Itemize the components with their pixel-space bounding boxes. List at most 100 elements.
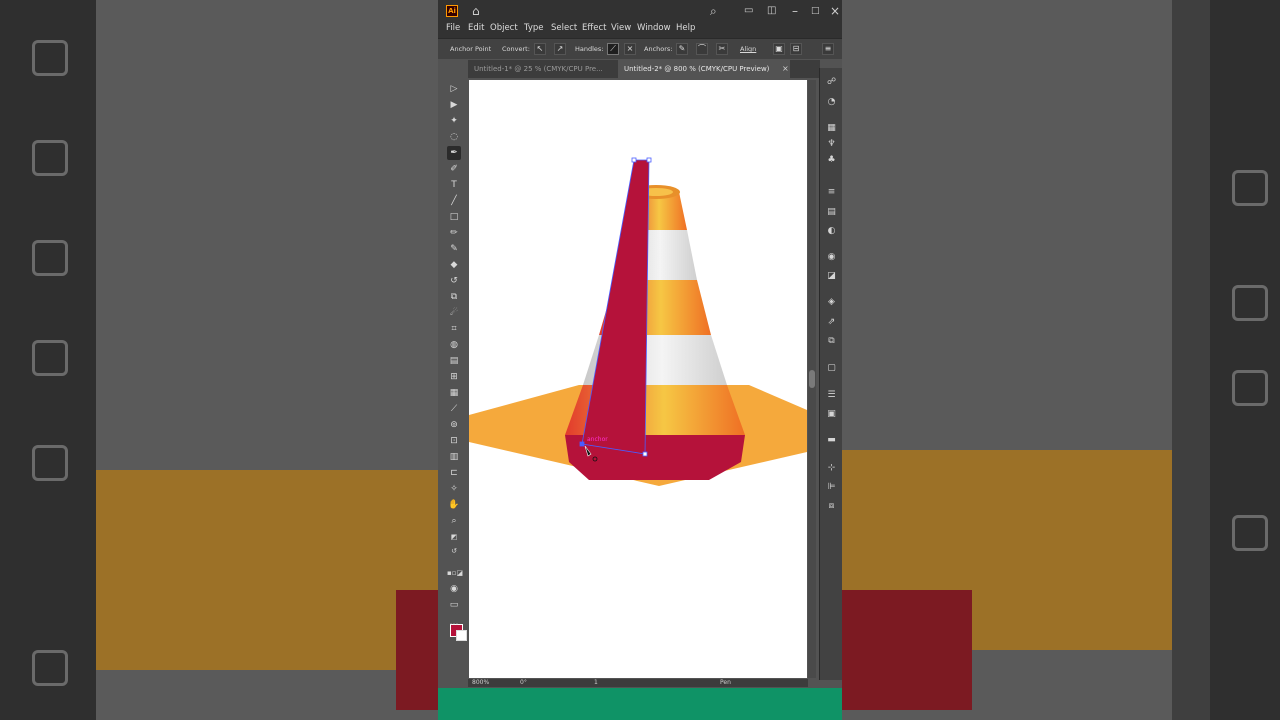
arrange-documents-icon[interactable]: ▭ (744, 4, 753, 18)
menu-object[interactable]: Object (490, 23, 518, 33)
control-bar-menu-icon[interactable]: ≡ (822, 43, 834, 55)
links-panel-icon[interactable]: ▬ (825, 434, 838, 447)
comments-panel-icon[interactable]: ▢ (825, 362, 838, 375)
home-icon[interactable]: ⌂ (472, 4, 480, 18)
menu-help[interactable]: Help (676, 23, 695, 33)
selection-tool-icon[interactable]: ▷ (447, 82, 461, 96)
pathfinder-panel-icon[interactable]: ⧈ (825, 500, 838, 513)
eyedropper-tool-icon[interactable]: ⟋ (447, 402, 461, 416)
artboards-panel-icon[interactable]: ⧉ (825, 335, 838, 348)
line-tool-icon[interactable]: ╱ (447, 194, 461, 208)
convert-smooth-icon[interactable]: ↗ (554, 43, 566, 55)
show-handles-icon[interactable]: ⟋ (607, 43, 619, 55)
close-icon[interactable]: × (830, 4, 840, 18)
symbol-sprayer-tool-icon[interactable]: ⊡ (447, 434, 461, 448)
background-gradient-icon (32, 445, 68, 481)
perspective-grid-tool-icon[interactable]: ▤ (447, 354, 461, 368)
background-canvas-right (842, 0, 1172, 720)
direct-selection-tool-icon[interactable]: ▶ (447, 98, 461, 112)
appearance-panel-icon[interactable]: ◉ (825, 251, 838, 264)
symbols-panel-icon[interactable]: ♣ (825, 154, 838, 167)
magic-wand-tool-icon[interactable]: ✦ (447, 114, 461, 128)
tab-untitled-1[interactable]: Untitled-1* @ 25 % (CMYK/CPU Pre... (468, 60, 618, 78)
maximize-icon[interactable]: □ (811, 4, 820, 18)
free-transform-tool-icon[interactable]: ⌗ (447, 322, 461, 336)
blend-tool-icon[interactable]: ⊚ (447, 418, 461, 432)
default-fill-stroke-icon[interactable]: ◩ ↺ (447, 530, 461, 555)
paintbrush-tool-icon[interactable]: ✏ (447, 226, 461, 240)
background-right (842, 0, 1280, 720)
anchor-point-top-left[interactable] (631, 157, 637, 163)
curvature-tool-icon[interactable]: ✐ (447, 162, 461, 176)
menu-view[interactable]: View (611, 23, 631, 33)
slice-tool-icon[interactable]: ✧ (447, 482, 461, 496)
connect-anchors-icon[interactable]: ⌒ (696, 43, 708, 55)
current-tool-status[interactable]: Pen (720, 679, 731, 686)
warp-tool-icon[interactable]: ☄ (447, 306, 461, 320)
search-icon[interactable]: ⌕ (710, 4, 717, 18)
anchor-point-bottom-right[interactable] (642, 451, 648, 457)
hand-tool-icon[interactable]: ✋ (447, 498, 461, 512)
align-link[interactable]: Align (740, 45, 756, 53)
menu-type[interactable]: Type (524, 23, 544, 33)
menu-window[interactable]: Window (637, 23, 671, 33)
transparency-panel-icon[interactable]: ◐ (825, 225, 838, 238)
zoom-tool-icon[interactable]: ⌕ (447, 514, 461, 528)
isolate-icon[interactable]: ▣ (773, 43, 785, 55)
artboard-canvas[interactable]: anchor (469, 80, 807, 678)
asset-export-panel-icon[interactable]: ⇗ (825, 316, 838, 329)
rotate-tool-icon[interactable]: ↺ (447, 274, 461, 288)
graphic-styles-panel-icon[interactable]: ◪ (825, 270, 838, 283)
red-path-shape[interactable] (582, 160, 649, 454)
edit-toolbar-icon[interactable]: ⋯ (447, 618, 461, 632)
gradient-panel-icon[interactable]: ▤ (825, 206, 838, 219)
vertical-scrollbar[interactable] (808, 80, 816, 678)
artboard-tool-icon[interactable]: ⊏ (447, 466, 461, 480)
stroke-panel-icon[interactable]: ≡ (825, 186, 838, 199)
menu-select[interactable]: Select (551, 23, 577, 33)
draw-mode-icon[interactable]: ◉ (447, 582, 461, 596)
shape-builder-tool-icon[interactable]: ◍ (447, 338, 461, 352)
rectangle-tool-icon[interactable]: □ (447, 210, 461, 224)
remove-anchor-icon[interactable]: ✎ (676, 43, 688, 55)
convert-corner-icon[interactable]: ↖ (534, 43, 546, 55)
color-mode-icon[interactable]: ▪▫◪ (447, 566, 463, 580)
swatches-panel-icon[interactable]: ▦ (825, 122, 838, 135)
distribute-icon[interactable]: ⊟ (790, 43, 802, 55)
anchor-point-top-right[interactable] (646, 157, 652, 163)
mesh-tool-icon[interactable]: ⊞ (447, 370, 461, 384)
adjustments-panel-icon[interactable]: ☰ (825, 389, 838, 402)
eraser-tool-icon[interactable]: ◆ (447, 258, 461, 272)
zoom-level[interactable]: 800% (472, 679, 489, 686)
anchor-point-bottom-left[interactable] (579, 441, 585, 447)
hide-handles-icon[interactable]: × (624, 43, 636, 55)
pen-tool-icon[interactable]: ✒ (447, 146, 461, 160)
cut-path-icon[interactable]: ✂ (716, 43, 728, 55)
menu-file[interactable]: File (446, 23, 460, 33)
document-info-panel-icon[interactable]: ▣ (825, 408, 838, 421)
illustrator-window: Ai ⌂ ⌕ ▭ ◫ – □ × File Edit Object Type S… (438, 0, 842, 720)
transform-panel-icon[interactable]: ⊹ (825, 462, 838, 475)
brushes-panel-icon[interactable]: ♆ (825, 138, 838, 151)
artboard-number[interactable]: 1 (594, 679, 598, 686)
layers-panel-icon[interactable]: ◈ (825, 296, 838, 309)
tab-untitled-2[interactable]: Untitled-2* @ 800 % (CMYK/CPU Preview) (618, 60, 790, 78)
properties-panel-icon[interactable]: ☍ (825, 76, 838, 89)
pencil-tool-icon[interactable]: ✎ (447, 242, 461, 256)
menu-effect[interactable]: Effect (582, 23, 606, 33)
minimize-icon[interactable]: – (792, 4, 798, 18)
scale-tool-icon[interactable]: ⧉ (447, 290, 461, 304)
lasso-tool-icon[interactable]: ◌ (447, 130, 461, 144)
menu-bar: File Edit Object Type Select Effect View… (438, 22, 842, 38)
rotation-value[interactable]: 0° (520, 679, 527, 686)
screen-mode-icon[interactable]: ▭ (447, 598, 461, 612)
graph-tool-icon[interactable]: ▥ (447, 450, 461, 464)
tab-close-icon[interactable]: × (782, 60, 789, 78)
type-tool-icon[interactable]: T (447, 178, 461, 192)
libraries-panel-icon[interactable]: ◔ (825, 96, 838, 109)
gradient-tool-icon[interactable]: ▦ (447, 386, 461, 400)
align-panel-icon[interactable]: ⊫ (825, 481, 838, 494)
workspace-switcher-icon[interactable]: ◫ (767, 4, 776, 18)
menu-edit[interactable]: Edit (468, 23, 484, 33)
scrollbar-thumb[interactable] (809, 370, 815, 388)
